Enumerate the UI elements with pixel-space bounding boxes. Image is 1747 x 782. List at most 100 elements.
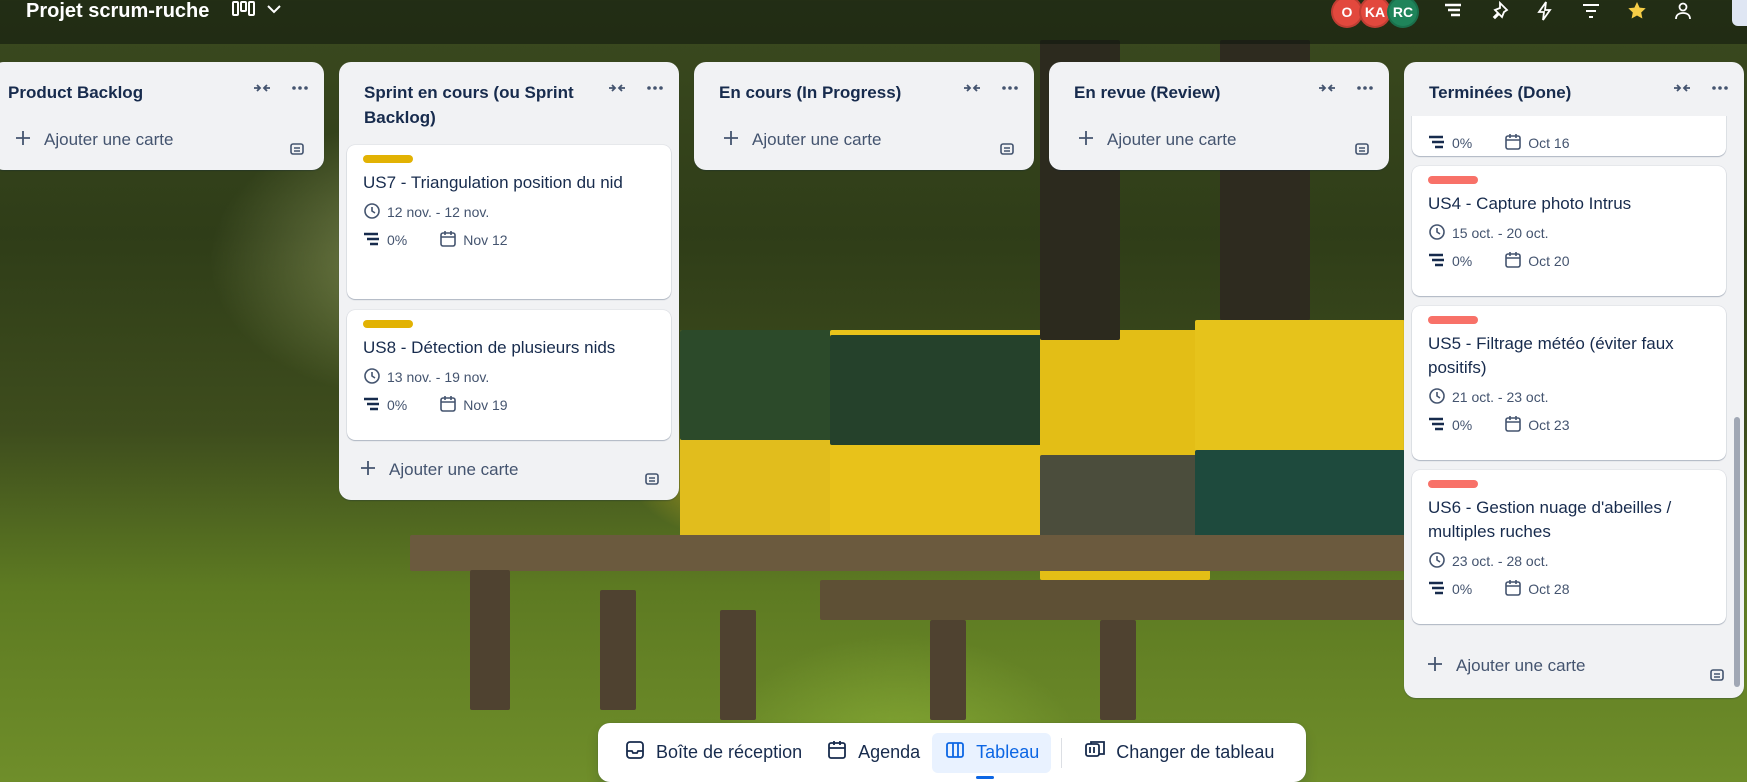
share-icon[interactable] [1670, 0, 1696, 22]
more-icon[interactable] [645, 78, 665, 103]
clock-icon [363, 202, 381, 223]
calendar-icon [1504, 579, 1522, 600]
progress-icon [363, 230, 381, 251]
more-icon[interactable] [1710, 78, 1730, 103]
add-card-button[interactable]: Ajouter une carte [714, 122, 1026, 158]
board-members: O KA RC [1331, 0, 1419, 28]
list-cards-scroll-area[interactable]: 0% Oct 16 US4 - Capture photo Intrus 15 … [1404, 116, 1744, 646]
progress-icon [363, 395, 381, 416]
card-due-date: Nov 19 [463, 397, 508, 413]
clock-icon [363, 367, 381, 388]
add-card-button[interactable]: Ajouter une carte [6, 122, 316, 158]
board-icon [944, 739, 966, 766]
card-label[interactable] [363, 155, 413, 163]
collapse-icon[interactable] [252, 78, 272, 103]
more-icon[interactable] [1000, 78, 1020, 103]
nav-planner-label: Agenda [858, 742, 921, 762]
nav-switch-board[interactable]: Changer de tableau [1072, 733, 1286, 773]
more-icon[interactable] [290, 78, 310, 103]
card[interactable]: US6 - Gestion nuage d'abeilles / multipl… [1412, 470, 1726, 624]
card-dates: 15 oct. - 20 oct. [1452, 225, 1549, 241]
clock-icon [1428, 551, 1446, 572]
add-card-label: Ajouter une carte [1456, 656, 1586, 675]
board-view-icon [232, 0, 256, 23]
card-progress: 0% [1452, 135, 1473, 151]
plus-icon [722, 129, 752, 152]
card-due-date: Oct 23 [1528, 417, 1570, 433]
filter-lines-icon[interactable] [1578, 0, 1604, 22]
calendar-icon [439, 230, 457, 251]
add-card-label: Ajouter une carte [1107, 130, 1237, 149]
switch-board-icon [1084, 739, 1106, 766]
list-scrollbar[interactable] [1734, 417, 1740, 687]
nav-divider [1061, 737, 1063, 768]
plus-icon [14, 129, 44, 152]
automation-icon[interactable] [1532, 0, 1558, 22]
list-in-progress: En cours (In Progress) Ajouter une carte [694, 62, 1034, 170]
list-sprint-backlog: Sprint en cours (ou Sprint Backlog) US7 … [339, 62, 679, 500]
card-due-date: Oct 16 [1528, 135, 1570, 151]
progress-icon [1428, 415, 1446, 436]
avatar[interactable]: RC [1387, 0, 1419, 28]
clock-icon [1428, 223, 1446, 244]
add-card-label: Ajouter une carte [389, 460, 519, 479]
plus-icon [1077, 129, 1107, 152]
card-due-date: Oct 20 [1528, 253, 1570, 269]
card-progress: 0% [387, 397, 408, 413]
calendar-icon [439, 395, 457, 416]
nav-switch-board-label: Changer de tableau [1116, 742, 1275, 762]
board-title[interactable]: Projet scrum-ruche [26, 0, 209, 24]
chevron-down-icon [266, 2, 282, 20]
filter-icon[interactable] [1440, 0, 1466, 22]
card-dates: 23 oct. - 28 oct. [1452, 553, 1549, 569]
card[interactable]: US7 - Triangulation position du nid 12 n… [347, 145, 671, 299]
collapse-icon[interactable] [1672, 78, 1692, 103]
progress-icon [1428, 579, 1446, 600]
board-view-switcher[interactable] [232, 0, 282, 22]
collapse-icon[interactable] [962, 78, 982, 103]
nav-board-label: Tableau [976, 742, 1040, 762]
board-header: Projet scrum-ruche O KA RC [0, 0, 1747, 44]
card-progress: 0% [387, 232, 408, 248]
card-progress: 0% [1452, 417, 1473, 433]
progress-icon [1428, 133, 1446, 154]
add-card-button[interactable]: Ajouter une carte [1069, 122, 1381, 158]
nav-board[interactable]: Tableau [932, 732, 1052, 779]
card-title: US5 - Filtrage météo (éviter faux positi… [1428, 334, 1674, 377]
card[interactable]: US5 - Filtrage météo (éviter faux positi… [1412, 306, 1726, 460]
add-card-button[interactable]: Ajouter une carte [1418, 648, 1736, 684]
card-label[interactable] [1428, 480, 1478, 488]
list-done: Terminées (Done) 0% Oct 16 US4 - Capture… [1404, 62, 1744, 698]
calendar-icon [826, 739, 848, 766]
bottom-navigation: Boîte de réception Agenda Tableau Change… [598, 723, 1306, 782]
card[interactable]: US8 - Détection de plusieurs nids 13 nov… [347, 310, 671, 440]
list-product-backlog: Product Backlog Ajouter une carte [0, 62, 324, 170]
progress-icon [1428, 251, 1446, 272]
card[interactable]: 0% Oct 16 [1412, 116, 1726, 156]
card[interactable]: US4 - Capture photo Intrus 15 oct. - 20 … [1412, 166, 1726, 296]
collapse-icon[interactable] [1317, 78, 1337, 103]
calendar-icon [1504, 133, 1522, 154]
add-card-button[interactable]: Ajouter une carte [351, 452, 671, 488]
card-due-date: Oct 28 [1528, 581, 1570, 597]
plus-icon [1426, 655, 1456, 678]
card-title: US7 - Triangulation position du nid [363, 173, 623, 192]
card-label[interactable] [363, 320, 413, 328]
card-label[interactable] [1428, 316, 1478, 324]
card-dates: 12 nov. - 12 nov. [387, 204, 490, 220]
calendar-icon [1504, 415, 1522, 436]
profile-menu-button[interactable] [1732, 0, 1747, 26]
nav-inbox[interactable]: Boîte de réception [612, 733, 814, 773]
collapse-icon[interactable] [607, 78, 627, 103]
more-icon[interactable] [1355, 78, 1375, 103]
add-card-label: Ajouter une carte [752, 130, 882, 149]
inbox-icon [624, 739, 646, 766]
power-ups-icon[interactable] [1486, 0, 1512, 22]
star-icon[interactable] [1624, 0, 1650, 22]
card-title: US6 - Gestion nuage d'abeilles / multipl… [1428, 498, 1672, 541]
card-progress: 0% [1452, 581, 1473, 597]
card-label[interactable] [1428, 176, 1478, 184]
add-card-label: Ajouter une carte [44, 130, 174, 149]
nav-planner[interactable]: Agenda [814, 733, 932, 773]
nav-inbox-label: Boîte de réception [656, 742, 803, 762]
